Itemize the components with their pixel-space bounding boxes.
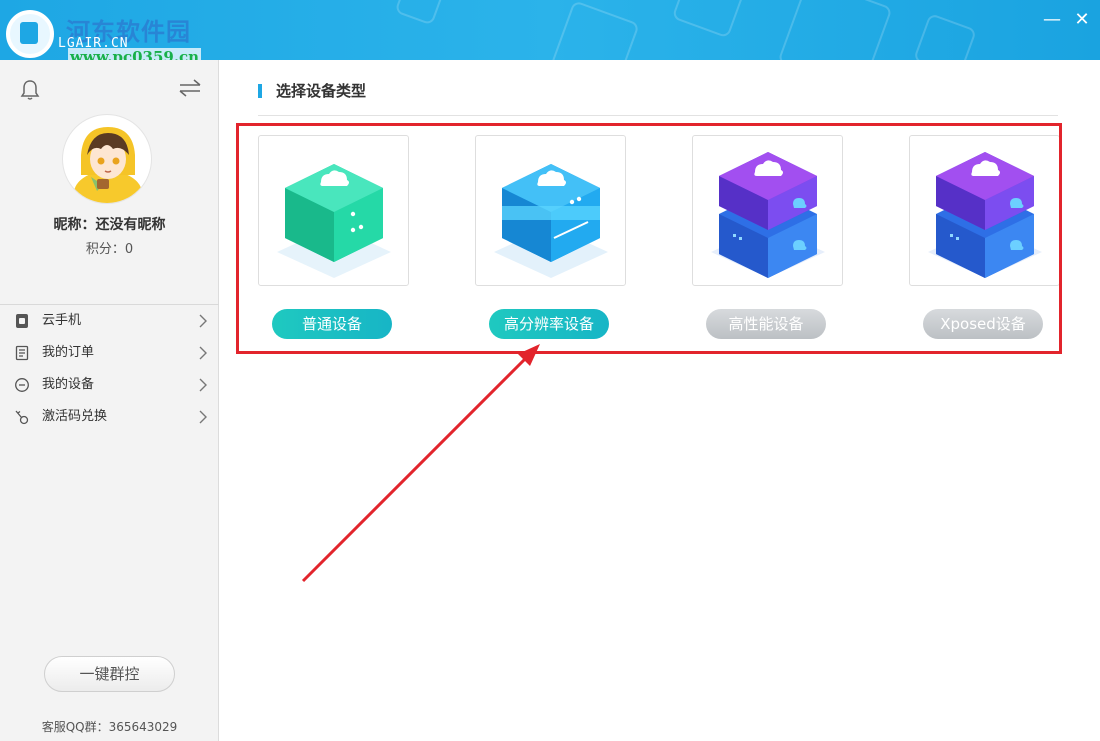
decorative-shape <box>777 0 893 60</box>
points-label: 积分：0 <box>85 242 134 257</box>
decorative-shape <box>671 0 749 39</box>
chevron-right-icon <box>199 378 207 392</box>
sidebar-item-label: 云手机 <box>42 313 82 328</box>
title-bar: 河东软件园 LGAIR.CN www.pc0359.cn — ✕ <box>0 0 1100 60</box>
one-key-group-control-button[interactable]: 一键群控 <box>44 656 175 692</box>
highlight-frame <box>236 123 1062 354</box>
divider <box>258 115 1058 116</box>
sidebar-item-label: 我的订单 <box>42 345 95 360</box>
chevron-right-icon <box>199 346 207 360</box>
section-title: 选择设备类型 <box>258 81 366 101</box>
chevron-right-icon <box>199 314 207 328</box>
support-qq-label: 客服QQ群： <box>41 720 109 734</box>
decorative-shape <box>394 0 446 26</box>
nickname-label: 昵称：还没有昵称 <box>53 217 166 233</box>
minimize-button[interactable]: — <box>1040 10 1064 30</box>
key-icon <box>15 410 29 425</box>
sidebar-item-label: 激活码兑换 <box>42 409 108 424</box>
app-logo-icon <box>6 10 54 58</box>
avatar[interactable] <box>62 114 152 204</box>
section-title-text: 选择设备类型 <box>276 82 367 100</box>
decorative-shape <box>550 0 640 60</box>
device-icon <box>15 378 29 392</box>
bell-icon[interactable] <box>18 78 42 102</box>
chevron-right-icon <box>199 410 207 424</box>
sidebar-item-label: 我的设备 <box>42 377 95 392</box>
sidebar: 昵称：还没有昵称 积分：0 云手机 我的订单 我的设备 激活码兑换 一键群控 客… <box>0 60 219 741</box>
sidebar-item-my-devices[interactable]: 我的设备 <box>0 369 219 401</box>
sidebar-item-cloud-phone[interactable]: 云手机 <box>0 305 219 337</box>
phone-icon <box>16 314 28 328</box>
watermark-url: www.pc0359.cn <box>68 48 202 60</box>
switch-account-icon[interactable] <box>178 78 202 98</box>
decorative-shape <box>912 12 978 60</box>
support-qq-number: 365643029 <box>108 720 178 734</box>
section-title-accent <box>258 84 262 98</box>
close-button[interactable]: ✕ <box>1070 10 1094 30</box>
support-qq-group: 客服QQ群：365643029 <box>0 718 219 735</box>
order-icon <box>15 345 29 361</box>
sidebar-item-activation-code[interactable]: 激活码兑换 <box>0 401 219 433</box>
sidebar-item-my-orders[interactable]: 我的订单 <box>0 337 219 369</box>
sidebar-menu: 云手机 我的订单 我的设备 激活码兑换 <box>0 304 219 433</box>
